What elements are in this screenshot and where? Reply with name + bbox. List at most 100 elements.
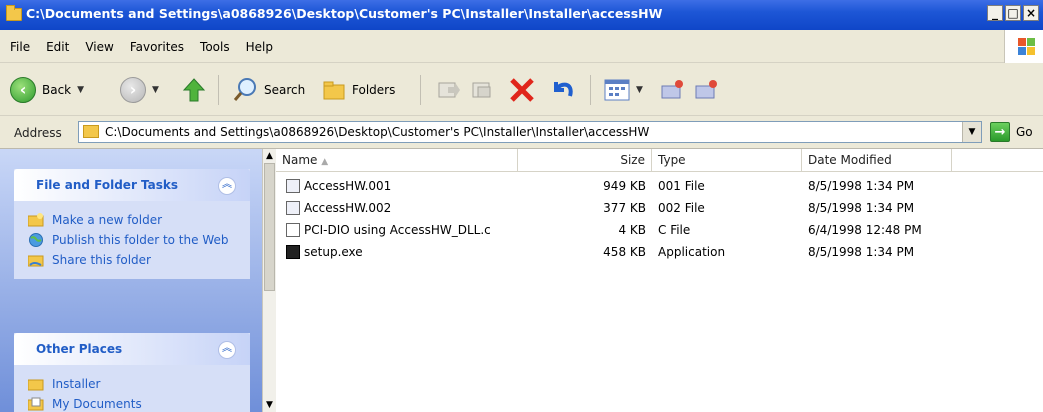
forward-dropdown-icon[interactable]: ▼ (152, 85, 159, 95)
file-type: 002 File (658, 201, 705, 215)
column-size[interactable]: Size (518, 149, 652, 171)
task-publish-folder[interactable]: Publish this folder to the Web (28, 233, 250, 247)
place-label: Installer (52, 377, 101, 391)
file-row[interactable]: PCI-DIO using AccessHW_DLL.c 4 KB C File… (276, 219, 1043, 241)
column-date-modified[interactable]: Date Modified (802, 149, 952, 171)
scroll-down-icon[interactable]: ▼ (264, 399, 275, 411)
panel-title: Other Places (36, 342, 123, 356)
scroll-thumb[interactable] (264, 163, 275, 291)
map-drive-icon (661, 80, 683, 99)
folder-icon (6, 5, 22, 21)
collapse-chevron-icon[interactable]: ︽ (218, 177, 236, 195)
folder-icon (28, 379, 44, 391)
file-type: Application (658, 245, 726, 259)
back-button[interactable]: ‹ Back ▼ (10, 75, 84, 105)
copy-to-icon (472, 82, 491, 98)
collapse-chevron-icon[interactable]: ︽ (218, 341, 236, 359)
file-date: 6/4/1998 12:48 PM (808, 223, 922, 237)
task-pane-scrollbar[interactable]: ▲ ▼ (262, 149, 276, 412)
place-label: My Documents (52, 397, 142, 411)
share-folder-icon (28, 255, 44, 267)
task-pane: File and Folder Tasks ︽ Make a new folde… (0, 149, 262, 412)
address-bar: Address C:\Documents and Settings\a08689… (0, 116, 1043, 149)
task-label: Publish this folder to the Web (52, 233, 229, 247)
file-icon (286, 201, 300, 215)
file-type: 001 File (658, 179, 705, 193)
my-documents-icon (28, 397, 44, 411)
other-places-panel: Other Places ︽ Installer My Documents (14, 333, 250, 412)
file-size: 4 KB (618, 223, 646, 237)
address-dropdown-icon[interactable]: ▼ (962, 122, 981, 142)
go-arrow-icon: → (990, 122, 1010, 142)
folders-button[interactable]: Folders (322, 75, 395, 105)
title-bar: C:\Documents and Settings\a0868926\Deskt… (0, 0, 1043, 30)
address-path: C:\Documents and Settings\a0868926\Deskt… (105, 125, 650, 139)
file-type: C File (658, 223, 691, 237)
window-title: C:\Documents and Settings\a0868926\Deskt… (26, 6, 663, 21)
file-size: 377 KB (603, 201, 646, 215)
search-label: Search (264, 83, 306, 97)
up-folder-button[interactable] (182, 75, 206, 105)
place-installer[interactable]: Installer (28, 377, 250, 391)
column-type[interactable]: Type (652, 149, 802, 171)
menu-favorites[interactable]: Favorites (130, 40, 184, 54)
task-label: Make a new folder (52, 213, 163, 227)
menu-help[interactable]: Help (246, 40, 273, 54)
file-folder-tasks-header[interactable]: File and Folder Tasks ︽ (14, 169, 250, 201)
task-share-folder[interactable]: Share this folder (28, 253, 250, 267)
new-folder-icon (28, 213, 44, 227)
maximize-button[interactable]: □ (1005, 5, 1021, 21)
menu-edit[interactable]: Edit (46, 40, 69, 54)
menu-file[interactable]: File (10, 40, 30, 54)
back-dropdown-icon[interactable]: ▼ (77, 85, 84, 95)
menu-view[interactable]: View (85, 40, 113, 54)
c-file-icon (286, 223, 300, 237)
panel-title: File and Folder Tasks (36, 178, 179, 192)
disconnect-drive-button[interactable] (694, 75, 720, 105)
forward-arrow-icon: › (120, 77, 146, 103)
file-name: PCI-DIO using AccessHW_DLL.c (304, 223, 491, 237)
place-my-documents[interactable]: My Documents (28, 397, 250, 411)
windows-logo-icon (1004, 30, 1043, 63)
views-icon (604, 79, 630, 101)
search-button[interactable]: Search (232, 75, 305, 105)
publish-globe-icon (29, 233, 43, 247)
file-row[interactable]: setup.exe 458 KB Application 8/5/1998 1:… (276, 241, 1043, 263)
undo-button[interactable] (548, 75, 576, 105)
views-button[interactable]: ▼ (604, 75, 643, 105)
folder-icon (83, 125, 99, 138)
file-row[interactable]: AccessHW.002 377 KB 002 File 8/5/1998 1:… (276, 197, 1043, 219)
file-size: 949 KB (603, 179, 646, 193)
go-label: Go (1016, 125, 1033, 139)
column-name-label: Name (282, 153, 318, 167)
address-label: Address (14, 126, 62, 140)
file-size: 458 KB (603, 245, 646, 259)
undo-icon (554, 82, 573, 97)
file-date: 8/5/1998 1:34 PM (808, 179, 915, 193)
close-button[interactable]: × (1023, 5, 1039, 21)
back-label: Back (42, 83, 72, 97)
map-drive-button[interactable] (660, 75, 686, 105)
task-make-new-folder[interactable]: Make a new folder (28, 213, 250, 227)
delete-icon (510, 78, 534, 102)
minimize-button[interactable]: _ (987, 5, 1003, 21)
window-controls: _ □ × (987, 5, 1039, 21)
other-places-header[interactable]: Other Places ︽ (14, 333, 250, 365)
views-dropdown-icon[interactable]: ▼ (636, 85, 643, 95)
column-name[interactable]: Name ▲ (276, 149, 518, 171)
file-date: 8/5/1998 1:34 PM (808, 245, 915, 259)
file-row[interactable]: AccessHW.001 949 KB 001 File 8/5/1998 1:… (276, 175, 1043, 197)
sort-ascending-icon: ▲ (321, 157, 329, 167)
go-button[interactable]: → Go (990, 122, 1033, 142)
address-input[interactable]: C:\Documents and Settings\a0868926\Deskt… (78, 121, 982, 143)
move-to-button[interactable] (436, 75, 460, 105)
copy-to-button[interactable] (470, 75, 494, 105)
menu-tools[interactable]: Tools (200, 40, 230, 54)
setup-exe-icon (286, 245, 300, 259)
forward-button[interactable]: › ▼ (120, 75, 159, 105)
scroll-up-icon[interactable]: ▲ (264, 150, 275, 162)
task-label: Share this folder (52, 253, 151, 267)
standard-toolbar: ‹ Back ▼ › ▼ Search Folders ▼ (0, 63, 1043, 116)
delete-button[interactable] (508, 75, 536, 105)
up-arrow-icon (182, 78, 206, 102)
